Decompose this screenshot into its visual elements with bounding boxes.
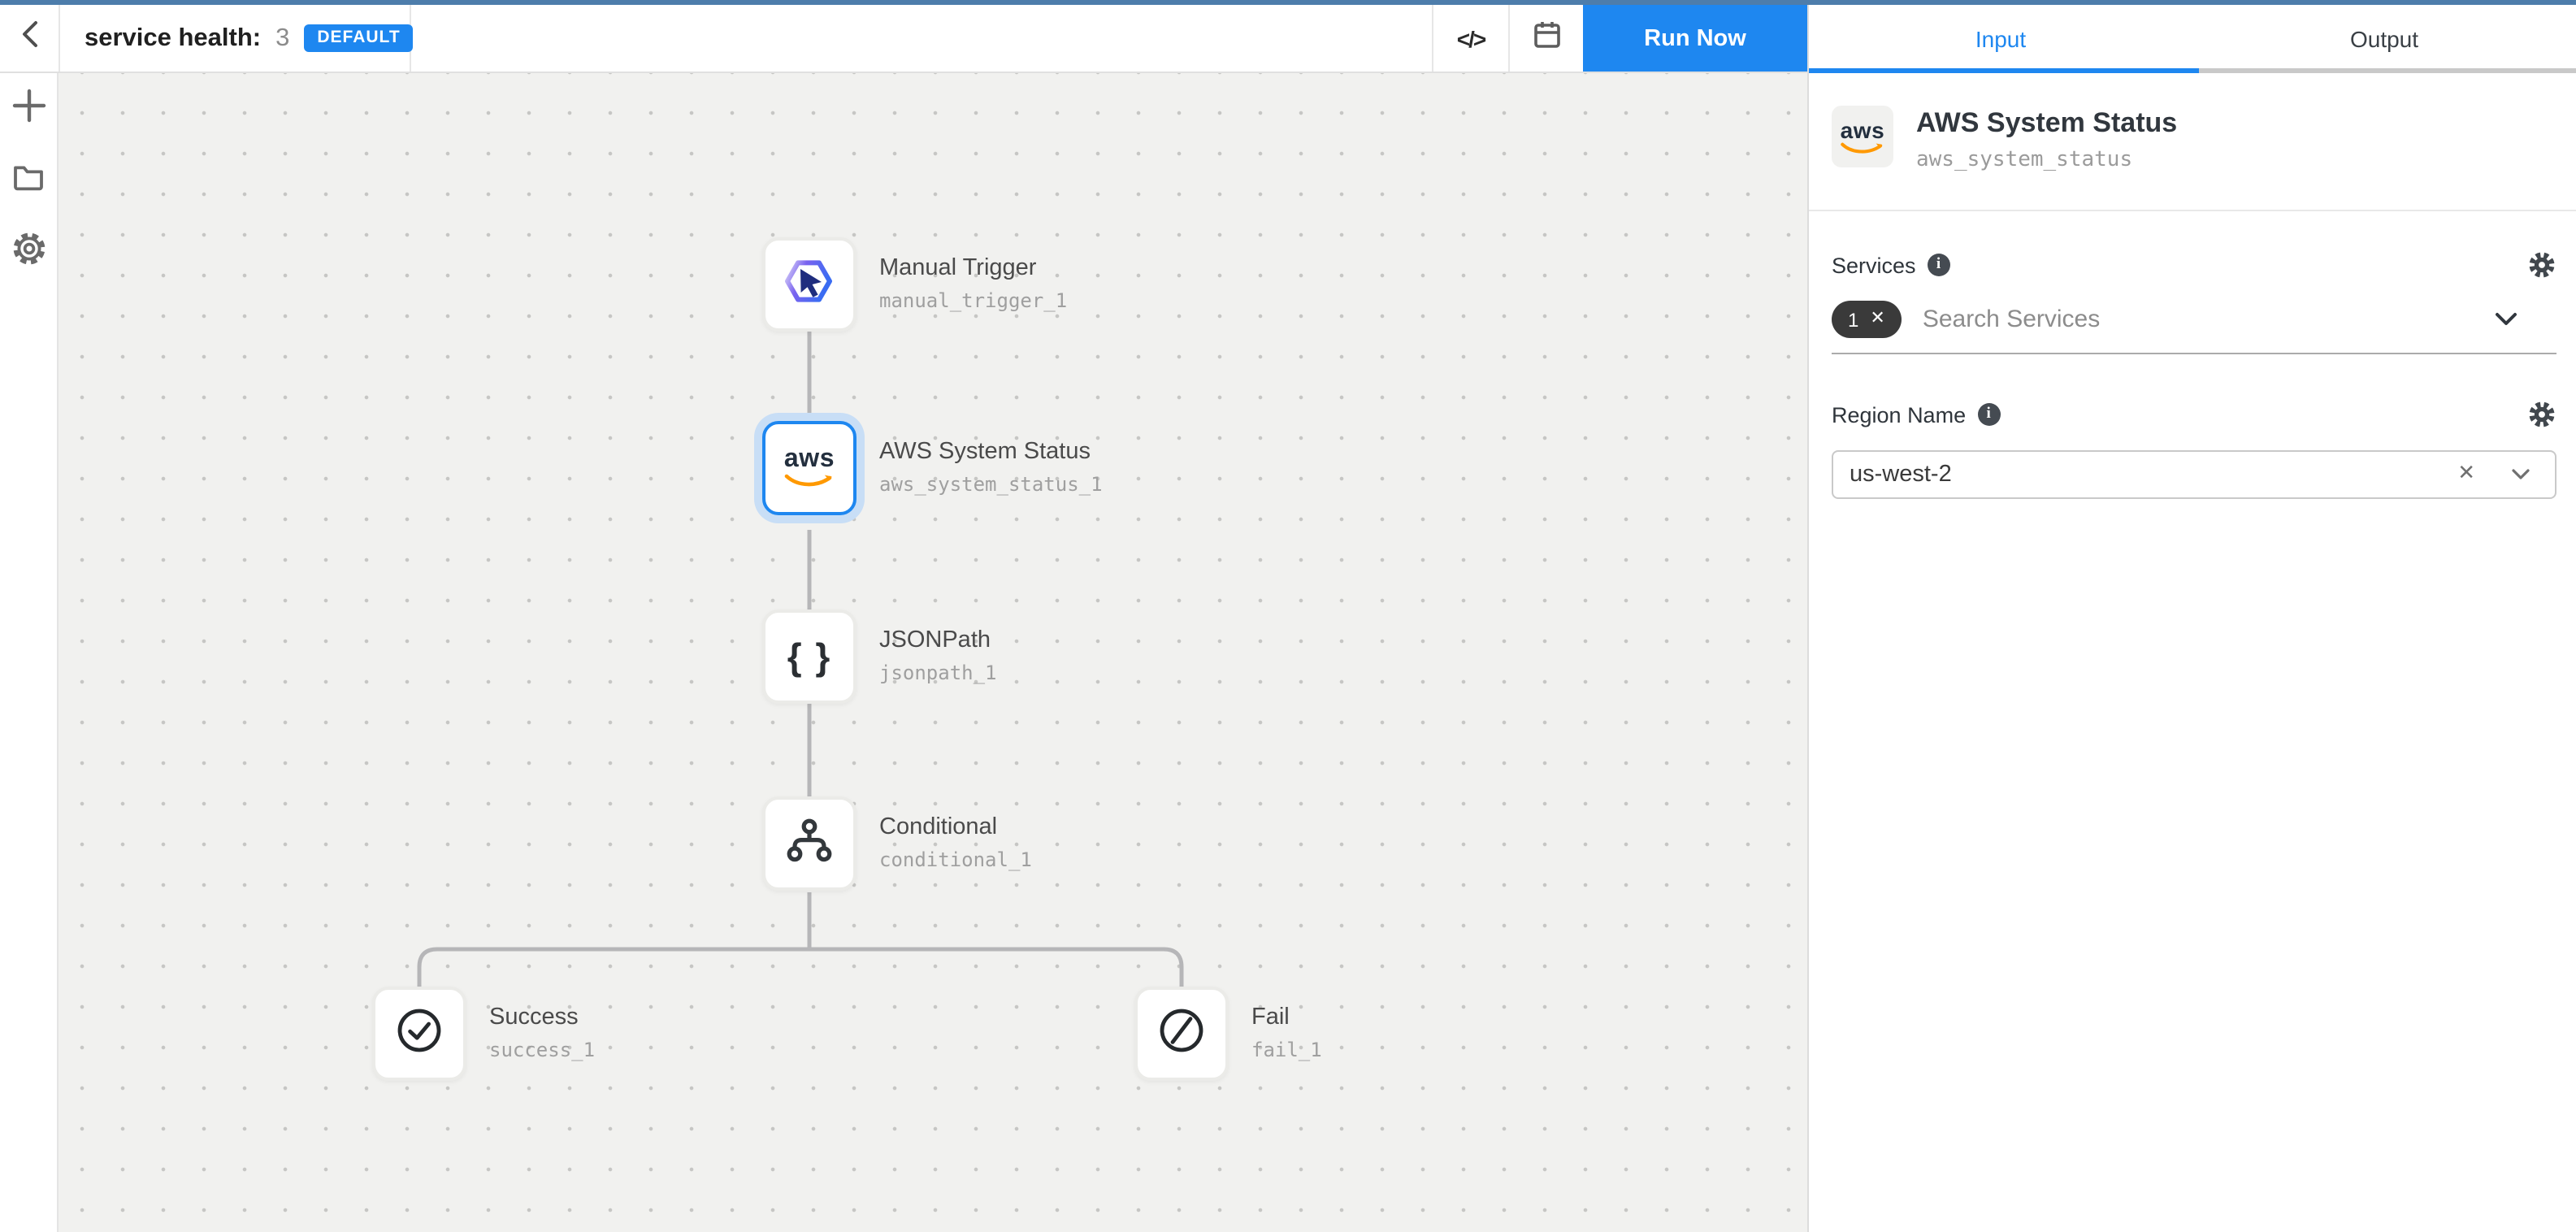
chevron-down-icon[interactable] <box>2511 468 2530 481</box>
panel-subtitle: aws_system_status <box>1916 148 2177 172</box>
settings-button[interactable] <box>0 223 58 281</box>
code-view-button[interactable]: </> <box>1432 5 1508 72</box>
node-label-aws-system-status: AWS System Status aws_system_status_1 <box>879 439 1103 496</box>
node-title: Fail <box>1251 1004 1322 1030</box>
default-badge: DEFAULT <box>304 25 413 52</box>
node-id: aws_system_status_1 <box>879 473 1103 496</box>
node-jsonpath[interactable]: { } <box>762 609 856 704</box>
chevron-left-icon <box>18 18 41 59</box>
calendar-icon <box>1530 18 1563 59</box>
node-title: AWS System Status <box>879 439 1103 465</box>
input-form: Services i 1 ✕ Search S <box>1809 250 2576 499</box>
node-title: JSONPath <box>879 627 997 653</box>
plus-icon <box>11 87 46 131</box>
aws-app-icon: aws <box>1832 106 1893 167</box>
info-icon[interactable]: i <box>1977 403 2000 426</box>
aws-logo-icon: aws <box>782 447 837 489</box>
node-manual-trigger[interactable] <box>762 237 856 332</box>
node-label-manual-trigger: Manual Trigger manual_trigger_1 <box>879 255 1067 312</box>
services-multiselect[interactable]: 1 ✕ Search Services <box>1832 301 2556 354</box>
info-icon[interactable]: i <box>1928 254 1950 276</box>
tab-input[interactable]: Input <box>1809 5 2192 72</box>
node-id: manual_trigger_1 <box>879 289 1067 312</box>
region-settings-gear-icon[interactable] <box>2527 400 2556 429</box>
node-label-fail: Fail fail_1 <box>1251 1004 1322 1061</box>
manual-trigger-icon <box>778 249 840 319</box>
gear-icon <box>11 230 46 274</box>
region-combobox: ✕ <box>1832 450 2556 499</box>
json-braces-icon: { } <box>787 635 832 679</box>
node-id: conditional_1 <box>879 848 1032 871</box>
code-icon: </> <box>1457 25 1485 51</box>
node-label-success: Success success_1 <box>489 1004 595 1061</box>
node-label-conditional: Conditional conditional_1 <box>879 814 1032 871</box>
region-label: Region Name <box>1832 402 1966 427</box>
node-title: Success <box>489 1004 595 1030</box>
run-now-button[interactable]: Run Now <box>1583 5 1807 72</box>
node-conditional[interactable] <box>762 796 856 891</box>
back-button[interactable] <box>0 5 60 72</box>
prohibited-icon <box>1154 1002 1209 1065</box>
folder-icon <box>11 161 46 200</box>
tab-output[interactable]: Output <box>2192 5 2576 72</box>
region-label-row: Region Name i <box>1832 400 2556 429</box>
panel-title: AWS System Status <box>1916 107 2177 140</box>
node-fail[interactable] <box>1134 987 1229 1081</box>
main-area: Manual Trigger manual_trigger_1 aws AWS … <box>0 73 2576 1232</box>
services-selected-chip[interactable]: 1 ✕ <box>1832 301 1902 338</box>
region-input[interactable] <box>1832 450 2556 499</box>
add-node-button[interactable] <box>0 80 58 138</box>
panel-tabs: Input Output <box>1807 5 2576 72</box>
node-id: fail_1 <box>1251 1039 1322 1061</box>
chip-count: 1 <box>1848 308 1858 331</box>
node-success[interactable] <box>372 987 466 1081</box>
services-settings-gear-icon[interactable] <box>2527 250 2556 280</box>
panel-divider <box>1809 210 2576 211</box>
services-search-placeholder: Search Services <box>1923 306 2100 333</box>
chevron-down-icon[interactable] <box>2495 312 2517 327</box>
header-spacer <box>411 5 1432 72</box>
services-label: Services <box>1832 253 1916 277</box>
node-id: jsonpath_1 <box>879 662 997 684</box>
files-button[interactable] <box>0 151 58 210</box>
node-config-panel: aws AWS System Status aws_system_status <box>1807 73 2576 1232</box>
services-label-row: Services i <box>1832 250 2556 280</box>
canvas-toolbar <box>0 73 59 1232</box>
branch-icon <box>782 812 837 875</box>
node-id: success_1 <box>489 1039 595 1061</box>
node-title: Manual Trigger <box>879 255 1067 281</box>
panel-header: aws AWS System Status aws_system_status <box>1809 73 2576 172</box>
chip-remove-icon[interactable]: ✕ <box>1870 310 1884 328</box>
clear-icon[interactable]: ✕ <box>2457 462 2475 483</box>
node-title: Conditional <box>879 814 1032 840</box>
app-window: service health: 3 DEFAULT </> Run Now In… <box>0 0 2576 1232</box>
check-circle-icon <box>392 1002 447 1065</box>
workflow-version: 3 <box>275 24 289 53</box>
schedule-button[interactable] <box>1508 5 1583 72</box>
workflow-title-block: service health: 3 DEFAULT <box>60 5 411 72</box>
workflow-title: service health: <box>85 24 261 53</box>
header-bar: service health: 3 DEFAULT </> Run Now In… <box>0 5 2576 73</box>
node-aws-system-status[interactable]: aws <box>762 421 856 515</box>
workflow-canvas[interactable]: Manual Trigger manual_trigger_1 aws AWS … <box>59 73 1807 1232</box>
node-label-jsonpath: JSONPath jsonpath_1 <box>879 627 997 684</box>
